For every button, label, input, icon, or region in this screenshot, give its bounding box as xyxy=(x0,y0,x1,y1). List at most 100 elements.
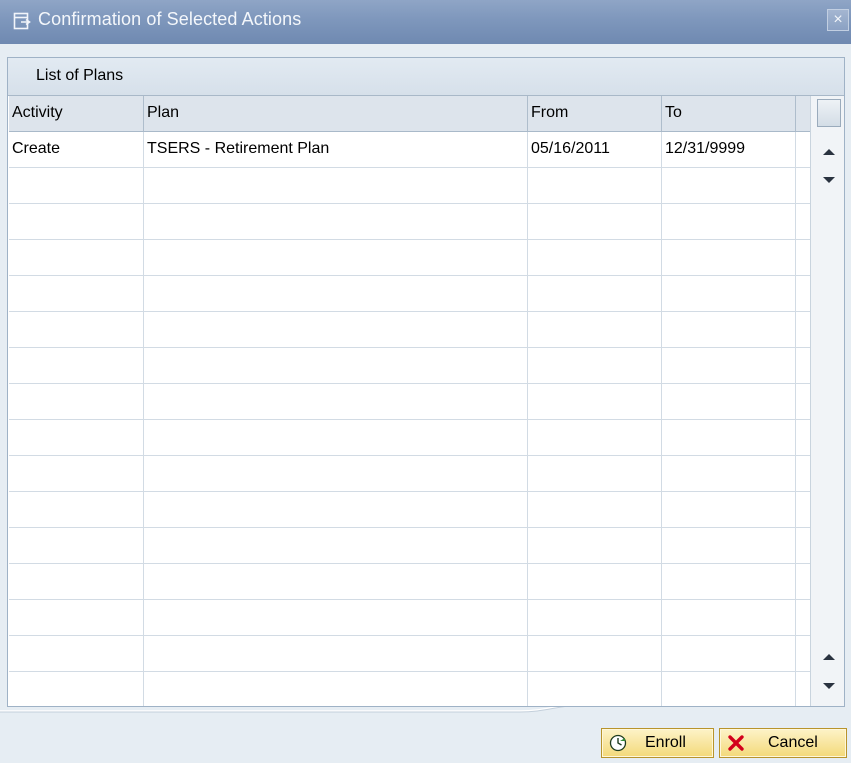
dialog-icon xyxy=(13,11,33,31)
table-cell-spacer xyxy=(796,348,810,383)
table-cell-spacer xyxy=(796,132,810,167)
close-icon: × xyxy=(833,11,843,28)
table-cell xyxy=(528,276,662,311)
vertical-scrollbar[interactable] xyxy=(810,96,844,706)
table-row[interactable] xyxy=(9,456,810,492)
table-cell-spacer xyxy=(796,456,810,491)
table-cell xyxy=(144,168,528,203)
close-button[interactable]: × xyxy=(827,9,849,31)
table-cell xyxy=(528,312,662,347)
table-cell xyxy=(144,348,528,383)
table-cell-spacer xyxy=(796,276,810,311)
table-cell xyxy=(528,528,662,563)
cancel-button[interactable]: Cancel xyxy=(719,728,847,758)
table-cell-spacer xyxy=(796,672,810,706)
table-cell: Create xyxy=(9,132,144,167)
table-cell xyxy=(662,240,796,275)
table-cell xyxy=(9,240,144,275)
table-cell xyxy=(9,456,144,491)
table-cell xyxy=(662,456,796,491)
column-header-from[interactable]: From xyxy=(528,96,662,131)
table-row[interactable] xyxy=(9,312,810,348)
table-cell xyxy=(144,600,528,635)
table-cell xyxy=(9,492,144,527)
table-cell-spacer xyxy=(796,384,810,419)
table-row[interactable] xyxy=(9,168,810,204)
column-settings-icon[interactable] xyxy=(817,99,841,127)
table-cell xyxy=(528,600,662,635)
table-cell-spacer xyxy=(796,240,810,275)
table-cell xyxy=(144,456,528,491)
table-cell-spacer xyxy=(796,204,810,239)
table-row[interactable] xyxy=(9,240,810,276)
table-row[interactable] xyxy=(9,204,810,240)
table-cell xyxy=(9,312,144,347)
table-row[interactable] xyxy=(9,672,810,706)
table-cell xyxy=(528,204,662,239)
page-down-icon[interactable] xyxy=(819,676,839,696)
table-cell xyxy=(528,420,662,455)
table-cell xyxy=(9,420,144,455)
table-cell xyxy=(9,672,144,706)
scroll-down-icon[interactable] xyxy=(819,170,839,190)
enroll-button[interactable]: Enroll xyxy=(601,728,714,758)
table-cell xyxy=(662,564,796,599)
column-header-activity[interactable]: Activity xyxy=(9,96,144,131)
table-cell xyxy=(662,276,796,311)
table-row[interactable] xyxy=(9,528,810,564)
table-row[interactable] xyxy=(9,420,810,456)
table-cell-spacer xyxy=(796,528,810,563)
table-cell xyxy=(528,168,662,203)
table-row[interactable] xyxy=(9,276,810,312)
table-cell xyxy=(9,204,144,239)
table-cell xyxy=(662,600,796,635)
page-up-icon[interactable] xyxy=(819,647,839,667)
table-cell xyxy=(144,528,528,563)
table-cell-spacer xyxy=(796,420,810,455)
table-cell: TSERS - Retirement Plan xyxy=(144,132,528,167)
scroll-up-icon[interactable] xyxy=(819,142,839,162)
table-row[interactable] xyxy=(9,564,810,600)
table-cell xyxy=(9,276,144,311)
table-cell xyxy=(662,384,796,419)
table-cell xyxy=(662,672,796,706)
cancel-x-icon xyxy=(727,734,745,752)
table-cell xyxy=(662,492,796,527)
table-row[interactable] xyxy=(9,600,810,636)
table-row[interactable] xyxy=(9,492,810,528)
table-cell-spacer xyxy=(796,600,810,635)
table-cell: 12/31/9999 xyxy=(662,132,796,167)
table-cell xyxy=(144,672,528,706)
table-cell xyxy=(528,348,662,383)
table-row[interactable] xyxy=(9,384,810,420)
table-row[interactable] xyxy=(9,636,810,672)
panel-title: List of Plans xyxy=(36,67,124,84)
column-header-plan[interactable]: Plan xyxy=(144,96,528,131)
table-cell: 05/16/2011 xyxy=(528,132,662,167)
table-cell xyxy=(662,636,796,671)
table-cell xyxy=(528,564,662,599)
table-cell xyxy=(9,384,144,419)
enroll-icon xyxy=(609,734,627,752)
table-cell xyxy=(528,636,662,671)
table-cell xyxy=(144,240,528,275)
table-cell xyxy=(9,348,144,383)
table-cell-spacer xyxy=(796,168,810,203)
table-cell xyxy=(662,312,796,347)
column-header-spacer xyxy=(796,96,810,131)
table-cell xyxy=(9,564,144,599)
table-cell xyxy=(528,240,662,275)
table-cell xyxy=(144,204,528,239)
table-row[interactable]: Create TSERS - Retirement Plan 05/16/2011 1… xyxy=(9,132,810,168)
table-cell xyxy=(662,204,796,239)
table-cell xyxy=(9,528,144,563)
table-cell xyxy=(144,564,528,599)
window-title-bar: Confirmation of Selected Actions × xyxy=(0,0,851,44)
table-cell xyxy=(144,420,528,455)
table-cell-spacer xyxy=(796,312,810,347)
enroll-label: Enroll xyxy=(645,734,686,751)
table-row[interactable] xyxy=(9,348,810,384)
table-cell xyxy=(144,312,528,347)
column-header-to[interactable]: To xyxy=(662,96,796,131)
window-title: Confirmation of Selected Actions xyxy=(38,9,302,29)
